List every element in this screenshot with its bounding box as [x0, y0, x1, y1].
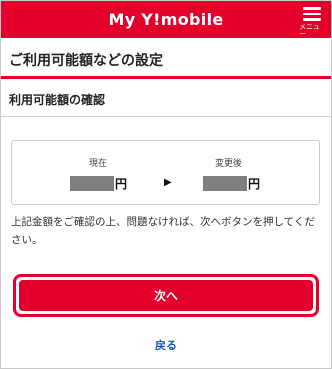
confirmation-notice: 上記金額をご確認の上、問題なければ、次へボタンを押してください。 — [11, 216, 315, 246]
hamburger-icon — [303, 7, 321, 21]
masked-value — [70, 176, 114, 191]
page-title: ご利用可能額などの設定 — [9, 53, 163, 69]
section-title: 利用可能額の確認 — [9, 93, 106, 107]
current-amount: 円 — [70, 175, 127, 192]
arrow-right-icon: ▶ — [164, 177, 172, 188]
back-link[interactable]: 戻る — [1, 337, 331, 353]
currency-unit: 円 — [115, 177, 128, 191]
amount-comparison-box: 現在 変更後 円 ▶ 円 — [11, 140, 320, 205]
title-divider — [1, 76, 331, 79]
menu-label: メニュー — [299, 22, 320, 38]
currency-unit: 円 — [248, 177, 261, 191]
app-frame: My Y!mobile メニュー ご利用可能額などの設定 利用可能額の確認 現在… — [0, 0, 332, 369]
brand-logo[interactable]: My Y!mobile — [108, 10, 223, 29]
header-bar: My Y!mobile メニュー — [1, 1, 331, 38]
menu-button[interactable]: メニュー — [299, 4, 325, 38]
section-divider — [1, 116, 331, 117]
current-label: 現在 — [89, 159, 108, 169]
masked-value — [203, 176, 247, 191]
after-amount: 円 — [203, 175, 260, 192]
next-button[interactable]: 次へ — [19, 280, 313, 311]
next-button-focus-ring: 次へ — [13, 274, 319, 317]
after-label: 変更後 — [215, 159, 243, 169]
